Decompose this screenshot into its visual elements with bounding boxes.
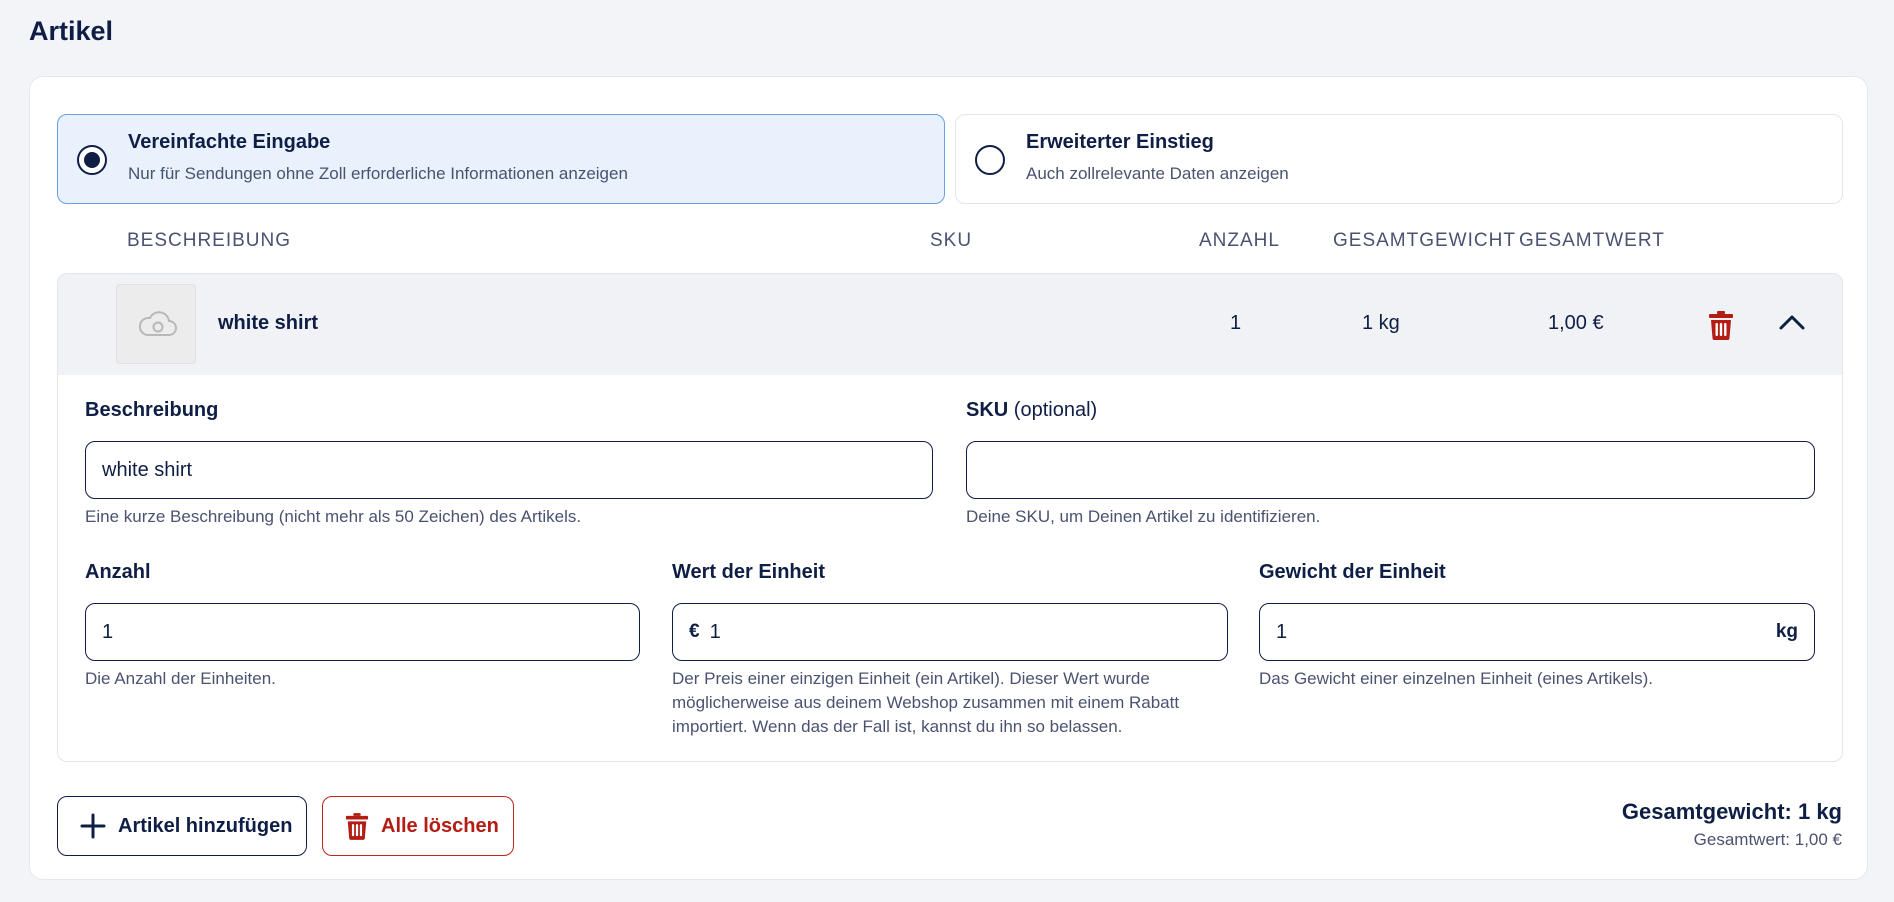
description-input[interactable]: white shirt (85, 441, 933, 499)
trash-icon (345, 813, 369, 840)
unit-value-help: Der Preis einer einzigen Einheit (ein Ar… (672, 669, 1180, 736)
delete-all-label: Alle löschen (381, 814, 499, 837)
sku-label: SKU (optional) (966, 399, 1097, 422)
column-header-description: BESCHREIBUNG (127, 230, 292, 251)
unit-weight-input-value: 1 (1276, 620, 1288, 643)
add-article-button[interactable]: Artikel hinzufügen (57, 796, 307, 856)
delete-all-button[interactable]: Alle löschen (322, 796, 514, 856)
mode-desc-extended: Auch zollrelevante Daten anzeigen (1026, 164, 1289, 183)
page-title: Artikel (29, 16, 114, 46)
cloud-icon (138, 311, 177, 336)
sku-input[interactable] (966, 441, 1815, 499)
quantity-input-value: 1 (102, 620, 114, 643)
total-value: Gesamtwert: 1,00 € (1693, 830, 1842, 849)
description-label: Beschreibung (85, 399, 219, 421)
unit-weight-input[interactable]: 1 kg (1259, 603, 1815, 661)
plus-icon (80, 813, 106, 839)
mode-option-extended[interactable]: Erweiterter Einstieg Auch zollrelevante … (955, 114, 1843, 204)
mode-title-extended: Erweiterter Einstieg (1026, 131, 1214, 153)
unit-value-label: Wert der Einheit (672, 561, 825, 583)
item-weight: 1 kg (1362, 312, 1400, 334)
mode-desc-simplified: Nur für Sendungen ohne Zoll erforderlich… (128, 164, 628, 183)
item-thumbnail (116, 284, 196, 364)
quantity-input[interactable]: 1 (85, 603, 640, 661)
quantity-label: Anzahl (85, 561, 151, 583)
description-input-value: white shirt (102, 458, 193, 481)
unit-weight-label: Gewicht der Einheit (1259, 561, 1446, 583)
sku-label-text: SKU (966, 399, 1009, 421)
mode-option-simplified[interactable]: Vereinfachte Eingabe Nur für Sendungen o… (57, 114, 945, 204)
item-quantity: 1 (1230, 312, 1242, 334)
trash-icon[interactable] (1708, 310, 1734, 345)
mode-title-simplified: Vereinfachte Eingabe (128, 131, 331, 153)
weight-unit-suffix: kg (1775, 621, 1798, 642)
unit-value-input-value: 1 (709, 620, 721, 643)
description-help: Eine kurze Beschreibung (nicht mehr als … (85, 507, 582, 526)
item-value: 1,00 € (1548, 312, 1604, 334)
column-header-total-value: GESAMTWERT (1519, 230, 1665, 251)
sku-help: Deine SKU, um Deinen Artikel zu identifi… (966, 507, 1321, 526)
unit-weight-help: Das Gewicht einer einzelnen Einheit (ein… (1259, 669, 1654, 688)
item-detail-form: Beschreibung white shirt Eine kurze Besc… (57, 375, 1843, 762)
unit-value-input[interactable]: € 1 (672, 603, 1228, 661)
chevron-up-icon[interactable] (1778, 312, 1806, 337)
table-row[interactable]: white shirt 1 1 kg 1,00 € (57, 273, 1843, 376)
currency-prefix: € (689, 621, 700, 642)
column-header-total-weight: GESAMTGEWICHT (1333, 230, 1516, 251)
radio-simplified[interactable] (77, 145, 107, 175)
articles-card: Vereinfachte Eingabe Nur für Sendungen o… (29, 76, 1868, 880)
sku-label-optional: (optional) (1013, 399, 1098, 421)
quantity-help: Die Anzahl der Einheiten. (85, 669, 276, 688)
radio-extended[interactable] (975, 145, 1005, 175)
item-name: white shirt (218, 312, 319, 334)
column-header-sku: SKU (930, 230, 973, 251)
column-header-quantity: ANZAHL (1199, 230, 1280, 251)
add-article-label: Artikel hinzufügen (118, 814, 293, 837)
total-weight: Gesamtgewicht: 1 kg (1621, 799, 1842, 824)
